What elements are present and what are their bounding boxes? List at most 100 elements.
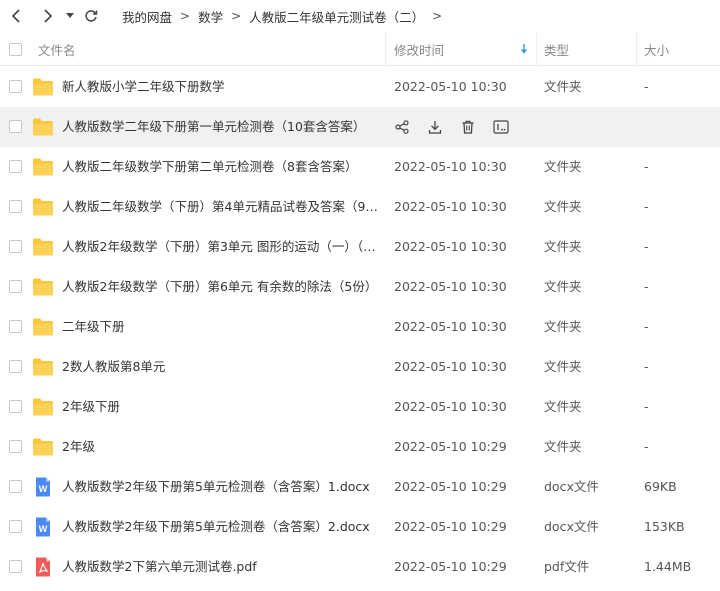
file-row[interactable]: W 人教版数学2年级下册第5单元检测卷（含答案）1.docx 2022-05-10 … [0,467,720,507]
share-icon [395,120,409,134]
row-checkbox[interactable] [9,480,22,493]
file-row[interactable]: 人教版数学二年级下册第一单元检测卷（10套含答案） [0,107,720,147]
chevron-right-icon [44,9,53,23]
file-name[interactable]: 人教版数学2下第六单元测试卷.pdf [62,547,382,587]
file-row[interactable]: 2年级 2022-05-10 10:29 文件夹 - [0,427,720,467]
back-button[interactable] [6,5,28,27]
breadcrumb-item-my-drive[interactable]: 我的网盘 [122,7,172,26]
row-checkbox[interactable] [9,400,22,413]
file-size: - [644,279,649,294]
column-header-modified-label: 修改时间 [394,42,445,58]
file-modified: 2022-05-10 10:30 [394,279,507,294]
file-row[interactable]: 2数人教版第8单元 2022-05-10 10:30 文件夹 - [0,347,720,387]
column-divider[interactable] [536,32,537,66]
file-size: 153KB [644,519,685,534]
file-row[interactable]: 新人教版小学二年级下册数学 2022-05-10 10:30 文件夹 - [0,67,720,107]
file-name[interactable]: 人教版2年级数学（下册）第6单元 有余数的除法（5份） [62,267,382,307]
history-dropdown-button[interactable] [62,5,78,27]
file-type: docx文件 [544,519,599,534]
row-checkbox[interactable] [9,80,22,93]
file-row[interactable]: 2年级下册 2022-05-10 10:30 文件夹 - [0,387,720,427]
folder-icon [32,157,54,177]
file-type: 文件夹 [544,399,582,414]
file-modified: 2022-05-10 10:29 [394,559,507,574]
file-name[interactable]: 人教版二年级数学（下册）第4单元精品试卷及答案（9份... [62,187,382,227]
select-all-checkbox[interactable] [9,42,22,56]
row-checkbox[interactable] [9,440,22,453]
row-checkbox[interactable] [9,360,22,373]
file-name[interactable]: 2年级 [62,427,382,467]
file-type: pdf文件 [544,559,590,574]
file-type: 文件夹 [544,279,582,294]
row-checkbox[interactable] [9,560,22,573]
file-modified: 2022-05-10 10:30 [394,399,507,414]
file-row[interactable]: 人教版2年级数学（下册）第6单元 有余数的除法（5份） 2022-05-10 10… [0,267,720,307]
file-modified: 2022-05-10 10:30 [394,159,507,174]
file-name[interactable]: 人教版二年级数学下册第二单元检测卷（8套含答案） [62,147,382,187]
refresh-button[interactable] [80,5,102,27]
folder-icon [32,277,54,297]
file-size: - [644,399,649,414]
select-all-cell [9,32,22,66]
file-row[interactable]: 人教版数学2下第六单元测试卷.pdf 2022-05-10 10:29 pdf文件 1… [0,547,720,587]
file-name[interactable]: 人教版2年级数学（下册）第3单元 图形的运动（一）（7... [62,227,382,267]
breadcrumb-item-current-folder[interactable]: 人教版二年级单元测试卷（二） [249,7,424,26]
file-size: 69KB [644,479,677,494]
forward-button[interactable] [36,5,58,27]
breadcrumb-separator: > [231,9,242,23]
row-checkbox[interactable] [9,160,22,173]
file-name[interactable]: 人教版数学二年级下册第一单元检测卷（10套含答案） [62,107,382,147]
file-size: - [644,199,649,214]
file-type: 文件夹 [544,159,582,174]
file-size: - [644,359,649,374]
svg-text:W: W [39,524,48,534]
file-size: 1.44MB [644,559,692,574]
file-row[interactable]: 人教版2年级数学（下册）第3单元 图形的运动（一）（7... 2022-05-10… [0,227,720,267]
file-row[interactable]: W 人教版数学2年级下册第5单元检测卷（含答案）2.docx 2022-05-10 … [0,507,720,547]
column-header-modified[interactable]: 修改时间 [394,32,530,66]
breadcrumb-separator: > [432,9,443,23]
file-name[interactable]: 2年级下册 [62,387,382,427]
file-modified: 2022-05-10 10:30 [394,319,507,334]
row-checkbox[interactable] [9,280,22,293]
file-size: - [644,319,649,334]
caret-down-icon [66,13,74,18]
row-checkbox[interactable] [9,320,22,333]
row-checkbox[interactable] [9,240,22,253]
download-icon [428,120,442,134]
file-type: 文件夹 [544,79,582,94]
row-checkbox[interactable] [9,520,22,533]
file-name[interactable]: 人教版数学2年级下册第5单元检测卷（含答案）1.docx [62,467,382,507]
column-header-size[interactable]: 大小 [644,32,669,66]
file-size: - [644,239,649,254]
file-modified: 2022-05-10 10:30 [394,359,507,374]
file-name[interactable]: 人教版数学2年级下册第5单元检测卷（含答案）2.docx [62,507,382,547]
file-type: docx文件 [544,479,599,494]
file-name[interactable]: 新人教版小学二年级下册数学 [62,67,382,107]
column-header-name[interactable]: 文件名 [38,32,76,66]
share-button[interactable] [392,117,412,137]
file-type: 文件夹 [544,439,582,454]
sort-descending-icon [520,44,528,54]
word-doc-icon: W [32,517,54,537]
file-row[interactable]: 二年级下册 2022-05-10 10:30 文件夹 - [0,307,720,347]
folder-icon [32,357,54,377]
download-button[interactable] [425,117,445,137]
column-divider[interactable] [636,32,637,66]
more-button[interactable] [491,117,511,137]
breadcrumb-item-math[interactable]: 数学 [198,7,223,26]
folder-icon [32,117,54,137]
file-name[interactable]: 2数人教版第8单元 [62,347,382,387]
row-checkbox[interactable] [9,120,22,133]
file-row[interactable]: 人教版二年级数学（下册）第4单元精品试卷及答案（9份... 2022-05-10 … [0,187,720,227]
delete-button[interactable] [458,117,478,137]
column-header-type[interactable]: 类型 [544,32,569,66]
file-name[interactable]: 二年级下册 [62,307,382,347]
file-type: 文件夹 [544,359,582,374]
file-row[interactable]: 人教版二年级数学下册第二单元检测卷（8套含答案） 2022-05-10 10:30… [0,147,720,187]
file-modified: 2022-05-10 10:30 [394,199,507,214]
folder-icon [32,77,54,97]
column-divider[interactable] [385,32,386,66]
row-checkbox[interactable] [9,200,22,213]
folder-icon [32,197,54,217]
